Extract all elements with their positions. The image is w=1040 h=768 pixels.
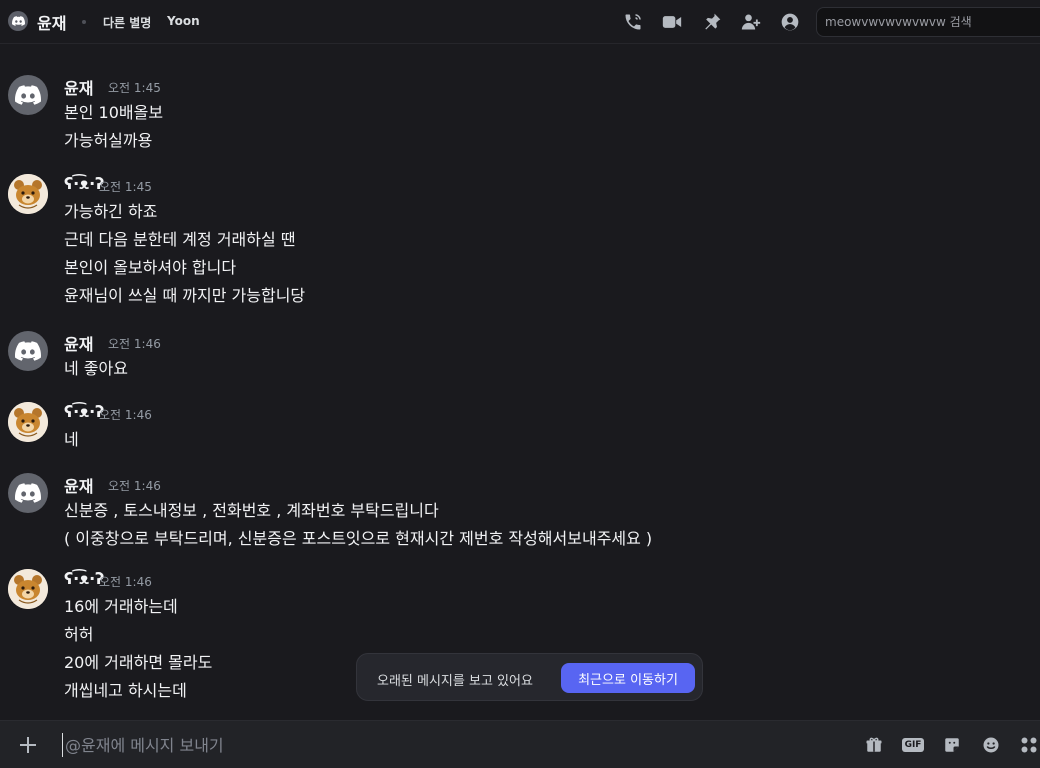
emoji-icon[interactable]: [980, 734, 1002, 756]
message-timestamp[interactable]: 오전 1:46: [99, 406, 152, 423]
attach-plus-icon[interactable]: [16, 733, 40, 757]
message-text: 네 좋아요: [64, 359, 128, 378]
apps-icon[interactable]: [1018, 734, 1040, 756]
message-text: 윤재님이 쓰실 때 까지만 가능합니당: [64, 286, 306, 305]
message-timestamp[interactable]: 오전 1:45: [108, 79, 161, 96]
message-text: 근데 다음 분한테 계정 거래하실 땐: [64, 230, 296, 249]
old-messages-banner: 오래된 메시지를 보고 있어요 최근으로 이동하기: [356, 653, 703, 701]
avatar[interactable]: [8, 75, 48, 115]
gift-icon[interactable]: [863, 734, 885, 756]
dm-avatar[interactable]: [8, 11, 28, 31]
search-box[interactable]: [816, 7, 1040, 37]
avatar[interactable]: [8, 402, 48, 442]
pin-icon[interactable]: [701, 11, 723, 33]
avatar[interactable]: [8, 331, 48, 371]
alias-label: 다른 별명: [103, 16, 152, 30]
message-text: 허허: [64, 625, 94, 644]
bear-avatar-image: [8, 569, 48, 609]
discord-icon: [15, 341, 41, 361]
avatar[interactable]: [8, 473, 48, 513]
discord-icon: [11, 16, 25, 26]
search-input[interactable]: [825, 15, 1040, 29]
message-timestamp[interactable]: 오전 1:46: [99, 573, 152, 590]
message-text: 가능하긴 하죠: [64, 202, 158, 221]
message-text: 네: [64, 430, 79, 449]
message-text: 20에 거래하면 몰라도: [64, 653, 213, 672]
message-text: 본인 10배올보: [64, 103, 164, 122]
message-author[interactable]: 윤재: [64, 75, 93, 99]
alias-value: Yoon: [167, 14, 200, 28]
avatar[interactable]: [8, 569, 48, 609]
message-composer: GIF: [0, 720, 1040, 768]
separator-dot: [82, 20, 86, 24]
gif-icon[interactable]: GIF: [901, 734, 925, 756]
message-timestamp[interactable]: 오전 1:46: [108, 477, 161, 494]
message-author[interactable]: 윤재: [64, 473, 93, 497]
message-text: 개씹네고 하시는데: [64, 681, 187, 700]
message-text: 16에 거래하는데: [64, 597, 178, 616]
gif-label: GIF: [901, 738, 925, 752]
channel-header: 윤재 다른 별명 Yoon: [0, 0, 1040, 44]
old-messages-text: 오래된 메시지를 보고 있어요: [377, 674, 533, 689]
message-input[interactable]: [62, 733, 842, 757]
message-text: 본인이 올보하셔야 합니다: [64, 258, 237, 277]
bear-avatar-image: [8, 174, 48, 214]
add-friends-icon[interactable]: [740, 11, 762, 33]
channel-name: 윤재: [37, 14, 67, 33]
discord-icon: [15, 483, 41, 503]
voice-call-icon[interactable]: [622, 11, 644, 33]
avatar[interactable]: [8, 174, 48, 214]
video-call-icon[interactable]: [661, 11, 683, 33]
sticker-icon[interactable]: [941, 734, 963, 756]
message-timestamp[interactable]: 오전 1:45: [99, 178, 152, 195]
message-text: 신분증 , 토스내정보 , 전화번호 , 계좌번호 부탁드립니다: [64, 501, 439, 520]
discord-icon: [15, 85, 41, 105]
message-timestamp[interactable]: 오전 1:46: [108, 335, 161, 352]
message-text: 가능허실까용: [64, 131, 153, 150]
user-profile-icon[interactable]: [779, 11, 801, 33]
bear-avatar-image: [8, 402, 48, 442]
message-author[interactable]: 윤재: [64, 331, 93, 355]
jump-to-present-button[interactable]: 최근으로 이동하기: [561, 663, 695, 693]
message-text: ( 이중창으로 부탁드리며, 신분증은 포스트잇으로 현재시간 제번호 작성해서…: [64, 529, 653, 548]
